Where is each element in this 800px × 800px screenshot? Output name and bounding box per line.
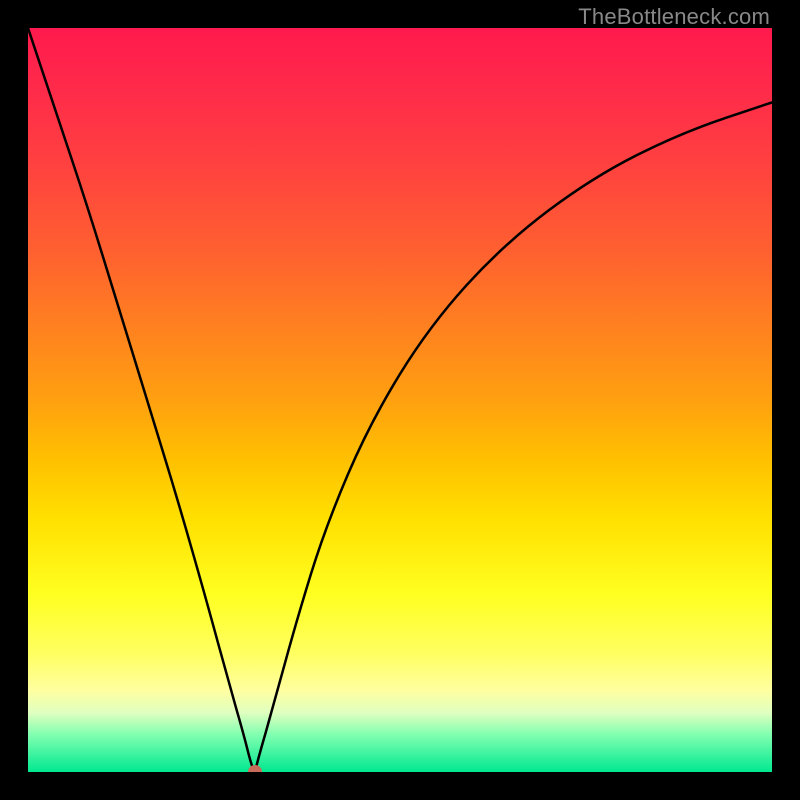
curve-path <box>28 28 772 770</box>
plot-area <box>28 28 772 772</box>
bottleneck-curve <box>28 28 772 772</box>
watermark-text: TheBottleneck.com <box>578 4 770 30</box>
minimum-marker <box>248 765 262 772</box>
